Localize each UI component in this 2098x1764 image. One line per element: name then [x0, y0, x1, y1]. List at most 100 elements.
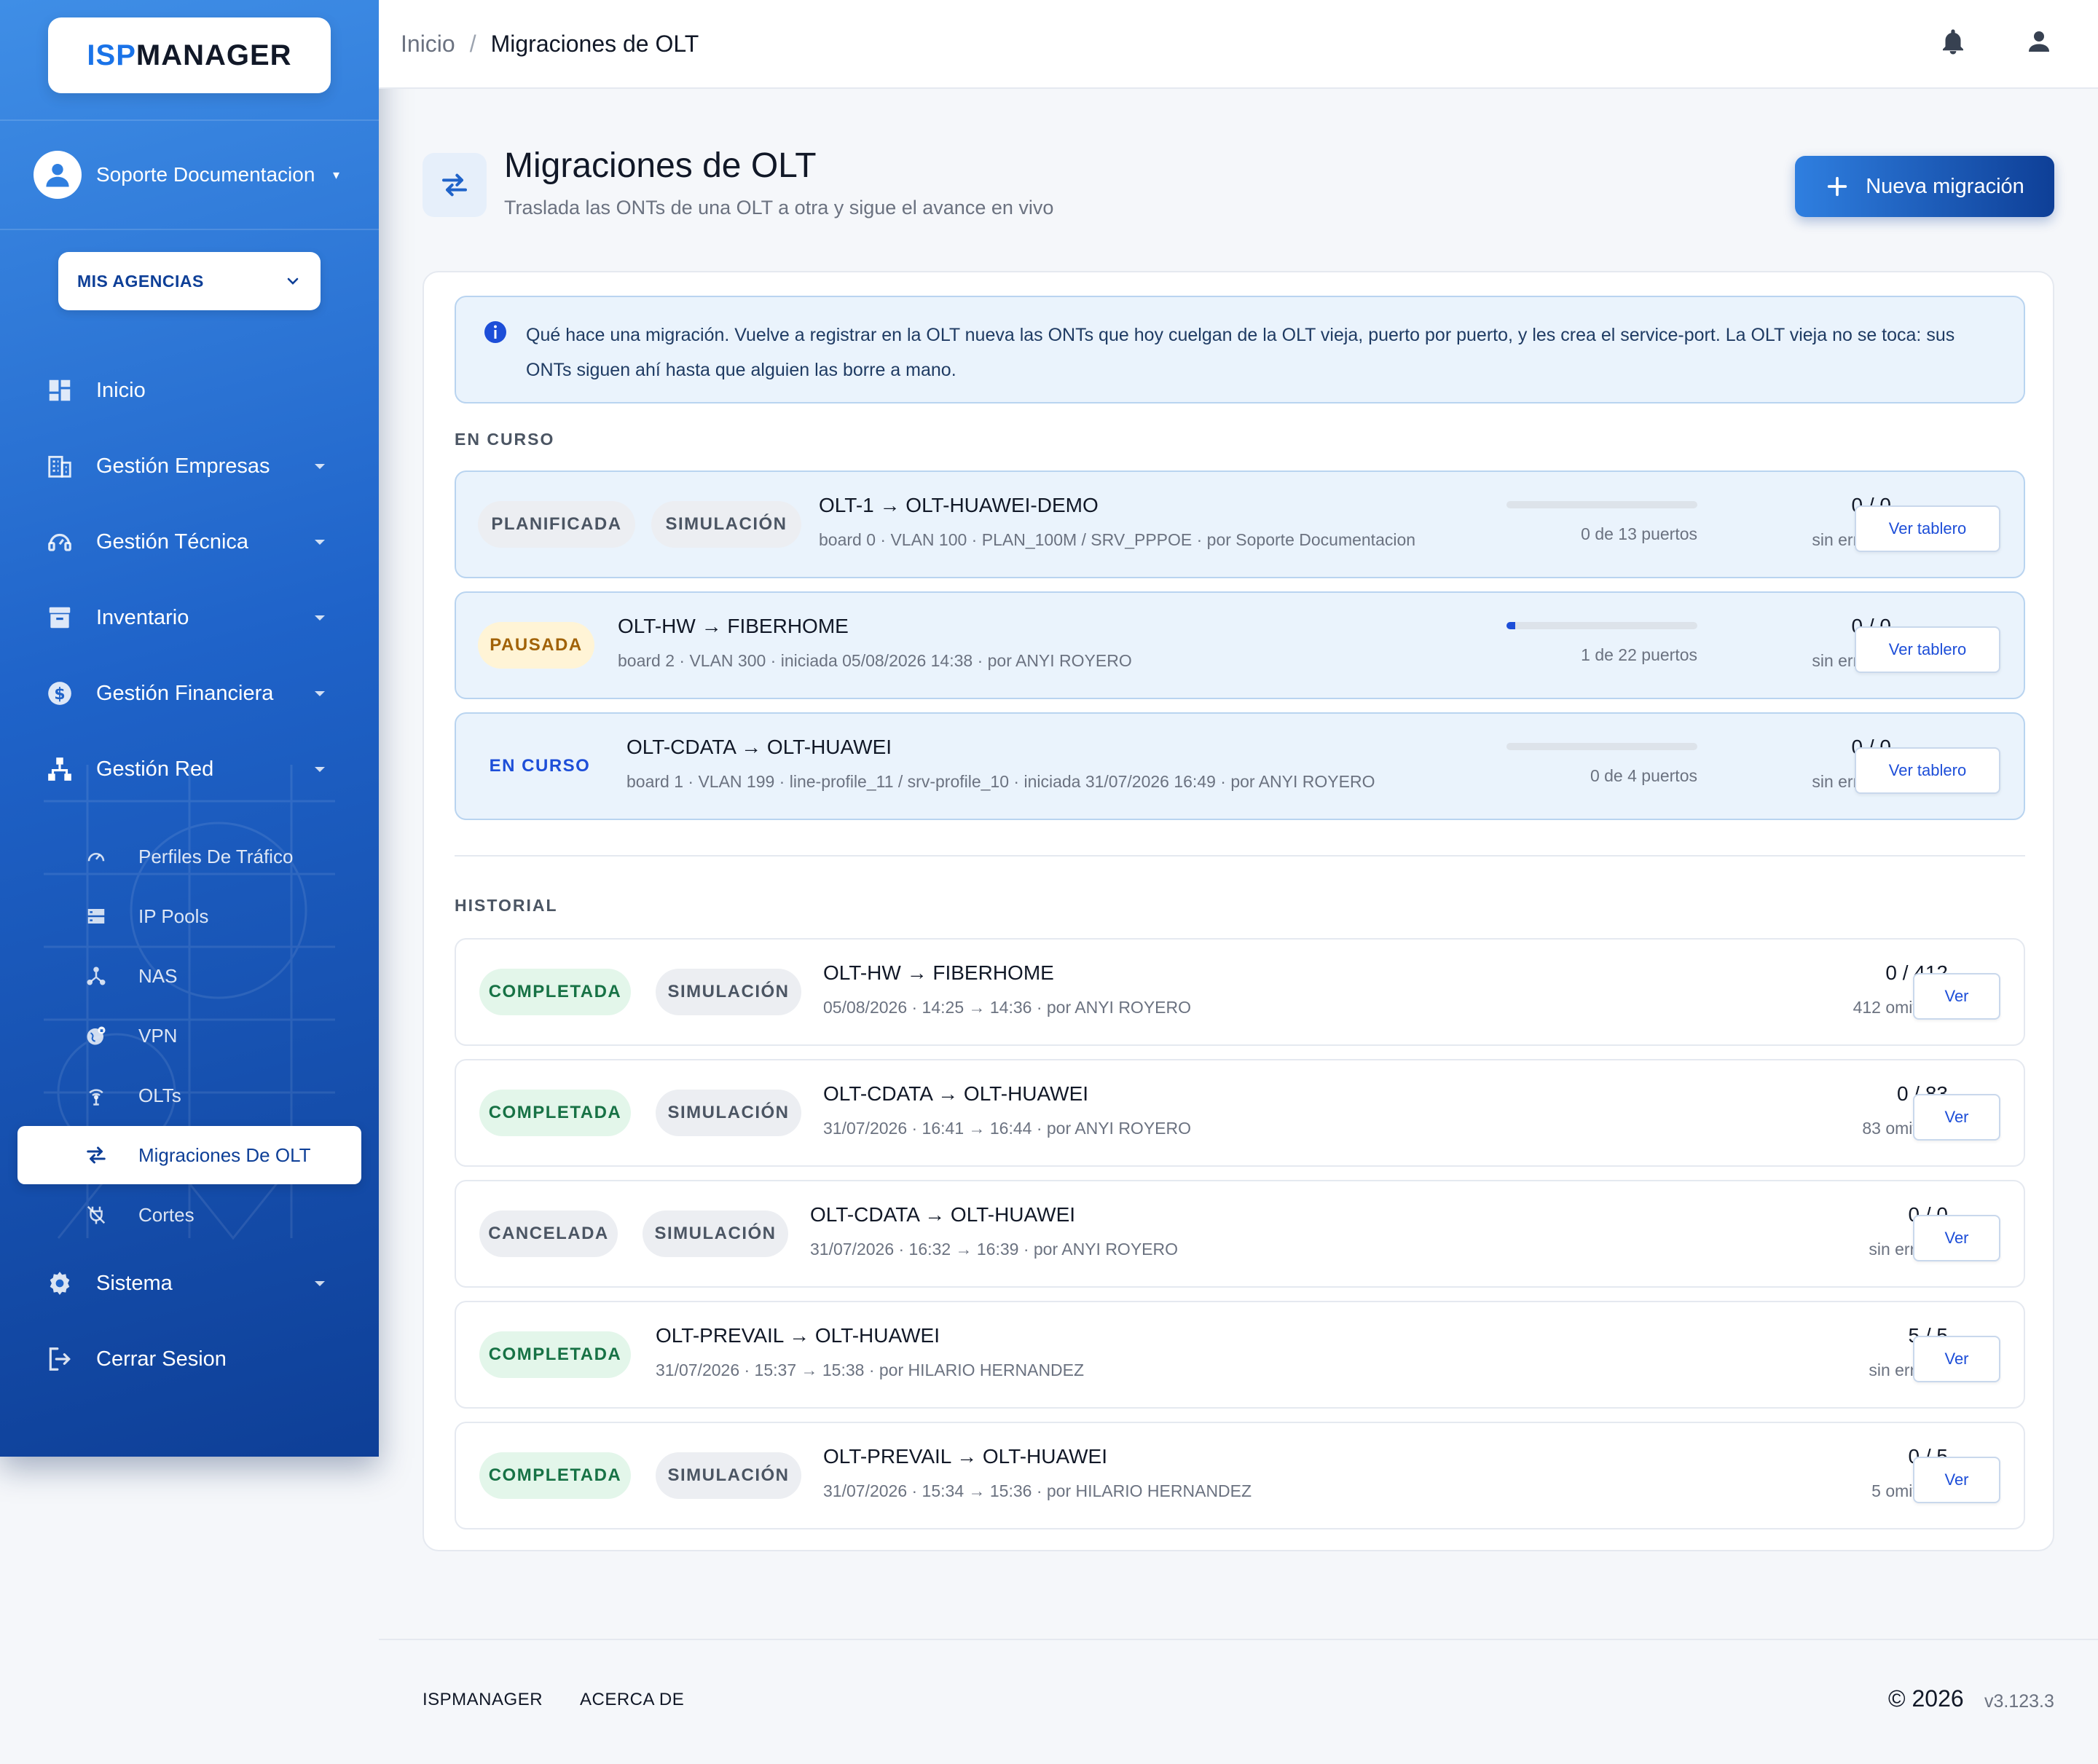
sidebar-item-label: Cortes — [138, 1203, 195, 1226]
view-button[interactable]: Ver — [1913, 1457, 2000, 1503]
vpn-globe-icon — [85, 1024, 108, 1047]
nav-item-gestion-financiera[interactable]: $ Gestión Financiera — [0, 664, 379, 722]
bell-icon[interactable] — [1938, 26, 1968, 60]
agency-select[interactable]: MIS AGENCIAS — [58, 252, 321, 310]
history-row: COMPLETADA OLT-PREVAIL → OLT-HUAWEI 31/0… — [455, 1301, 2025, 1409]
view-board-button[interactable]: Ver tablero — [1855, 747, 2000, 794]
progress-fill — [1506, 622, 1515, 629]
mode-badge: SIMULACIÓN — [656, 1090, 801, 1136]
new-migration-button[interactable]: Nueva migración — [1795, 156, 2054, 217]
user-menu[interactable]: Soporte Documentacion ▾ — [34, 149, 339, 201]
sidebar-item-ip-pools[interactable]: IP Pools — [17, 887, 361, 945]
plus-icon — [1828, 176, 1847, 197]
nav-item-gestion-empresas[interactable]: Gestión Empresas — [0, 437, 379, 495]
status-badge: PAUSADA — [478, 622, 594, 669]
caret-down-icon — [309, 538, 331, 546]
sidebar-item-label: IP Pools — [138, 905, 209, 927]
nav-item-gestion-tecnica[interactable]: Gestión Técnica — [0, 513, 379, 571]
swap-icon — [85, 1143, 108, 1167]
nav-label: Gestión Empresas — [96, 454, 270, 478]
progress-bar — [1506, 622, 1697, 629]
chevron-down-icon — [287, 277, 299, 285]
page-header: Migraciones de OLT Traslada las ONTs de … — [423, 146, 2054, 226]
caret-down-icon — [309, 462, 331, 470]
nav-label: Inicio — [96, 378, 146, 402]
migration-meta: 31/07/2026 · 15:34 → 15:36 · por HILARIO… — [823, 1481, 1252, 1500]
sidebar-item-label: NAS — [138, 964, 178, 987]
mode-badge: SIMULACIÓN — [656, 1452, 801, 1499]
gear-icon — [45, 1269, 74, 1298]
progress-text: 0 de 4 puertos — [1590, 766, 1697, 785]
progress-text: 1 de 22 puertos — [1581, 645, 1697, 664]
top-actions — [1938, 26, 2054, 60]
migration-meta: 31/07/2026 · 15:37 → 15:38 · por HILARIO… — [656, 1361, 1085, 1379]
nav-item-gestion-red[interactable]: Gestión Red — [0, 740, 379, 798]
history-row: COMPLETADA SIMULACIÓN OLT-PREVAIL → OLT-… — [455, 1422, 2025, 1529]
sidebar-item-label: VPN — [138, 1024, 178, 1047]
migration-title: OLT-CDATA → OLT-HUAWEI — [810, 1203, 1076, 1226]
speedometer-icon — [85, 845, 108, 868]
migration-title: OLT-CDATA → OLT-HUAWEI — [626, 736, 892, 758]
view-button[interactable]: Ver — [1913, 1215, 2000, 1261]
svg-text:$: $ — [54, 685, 65, 704]
user-name: Soporte Documentacion — [96, 163, 315, 186]
nav-item-cerrar-sesion[interactable]: Cerrar Sesion — [0, 1330, 379, 1388]
sidebar-item-nas[interactable]: NAS — [17, 947, 361, 1005]
nav-label: Inventario — [96, 605, 189, 629]
migration-row: PLANIFICADA SIMULACIÓN OLT-1 → OLT-HUAWE… — [455, 470, 2025, 578]
user-icon[interactable] — [2024, 26, 2054, 60]
swap-icon — [423, 153, 487, 217]
nav-item-inicio[interactable]: Inicio — [0, 361, 379, 420]
avatar — [34, 151, 82, 199]
network-icon — [45, 755, 74, 784]
caret-down-icon: ▾ — [332, 167, 339, 182]
sidebar-item-vpn[interactable]: VPN — [17, 1007, 361, 1065]
breadcrumb-current: Migraciones de OLT — [490, 30, 699, 57]
info-text: Qué hace una migración. Vuelve a registr… — [526, 325, 1955, 380]
divider — [455, 855, 2025, 857]
user-icon — [46, 163, 69, 187]
nav-item-sistema[interactable]: Sistema — [0, 1254, 379, 1312]
nav-item-inventario[interactable]: Inventario — [0, 588, 379, 647]
caret-down-icon — [309, 765, 331, 773]
history-row: COMPLETADA SIMULACIÓN OLT-HW → FIBERHOME… — [455, 938, 2025, 1046]
migration-title: OLT-PREVAIL → OLT-HUAWEI — [656, 1324, 940, 1347]
progress-bar — [1506, 501, 1697, 508]
footer-link-about[interactable]: ACERCA DE — [580, 1690, 684, 1710]
migration-row: PAUSADA OLT-HW → FIBERHOME board 2 · VLA… — [455, 591, 2025, 699]
sidebar: ISPMANAGER Soporte Documentacion ▾ MIS A… — [0, 0, 379, 1457]
sidebar-item-olts[interactable]: OLTs — [17, 1066, 361, 1125]
migration-meta: 31/07/2026 · 16:41 → 16:44 · por ANYI RO… — [823, 1119, 1192, 1138]
footer-link-ispmanager[interactable]: ISPMANAGER — [423, 1690, 543, 1710]
migration-meta: 31/07/2026 · 16:32 → 16:39 · por ANYI RO… — [810, 1240, 1179, 1259]
logo[interactable]: ISPMANAGER — [48, 17, 331, 93]
page-subtitle: Traslada las ONTs de una OLT a otra y si… — [504, 197, 1054, 218]
archive-icon — [45, 603, 74, 632]
mode-badge: SIMULACIÓN — [656, 969, 801, 1015]
status-badge: CANCELADA — [479, 1210, 618, 1257]
nav-label: Sistema — [96, 1271, 173, 1295]
history-row: COMPLETADA SIMULACIÓN OLT-CDATA → OLT-HU… — [455, 1059, 2025, 1167]
view-board-button[interactable]: Ver tablero — [1855, 626, 2000, 673]
agency-label: MIS AGENCIAS — [77, 271, 204, 291]
view-button[interactable]: Ver — [1913, 973, 2000, 1020]
view-button[interactable]: Ver — [1913, 1094, 2000, 1141]
migration-title: OLT-CDATA → OLT-HUAWEI — [823, 1082, 1089, 1105]
topbar: Inicio / Migraciones de OLT — [379, 0, 2098, 89]
mode-badge: SIMULACIÓN — [651, 501, 801, 548]
sidebar-item-perfiles-trafico[interactable]: Perfiles De Tráfico — [17, 827, 361, 886]
logo-text: ISPMANAGER — [87, 39, 292, 71]
progress-text: 0 de 13 puertos — [1581, 524, 1697, 543]
view-button[interactable]: Ver — [1913, 1336, 2000, 1382]
sidebar-item-migraciones-olt[interactable]: Migraciones De OLT — [17, 1126, 361, 1184]
view-board-button[interactable]: Ver tablero — [1855, 505, 2000, 552]
breadcrumb-home[interactable]: Inicio — [401, 31, 455, 58]
migration-meta: board 2 · VLAN 300 · iniciada 05/08/2026… — [618, 651, 1132, 670]
antenna-icon — [85, 1084, 108, 1107]
migration-title: OLT-PREVAIL → OLT-HUAWEI — [823, 1445, 1107, 1468]
nav-label: Gestión Financiera — [96, 681, 274, 705]
status-badge: COMPLETADA — [479, 1090, 631, 1136]
migrations-card: Qué hace una migración. Vuelve a registr… — [423, 271, 2054, 1551]
sidebar-item-cortes[interactable]: Cortes — [17, 1186, 361, 1244]
sidebar-item-label: OLTs — [138, 1084, 181, 1106]
